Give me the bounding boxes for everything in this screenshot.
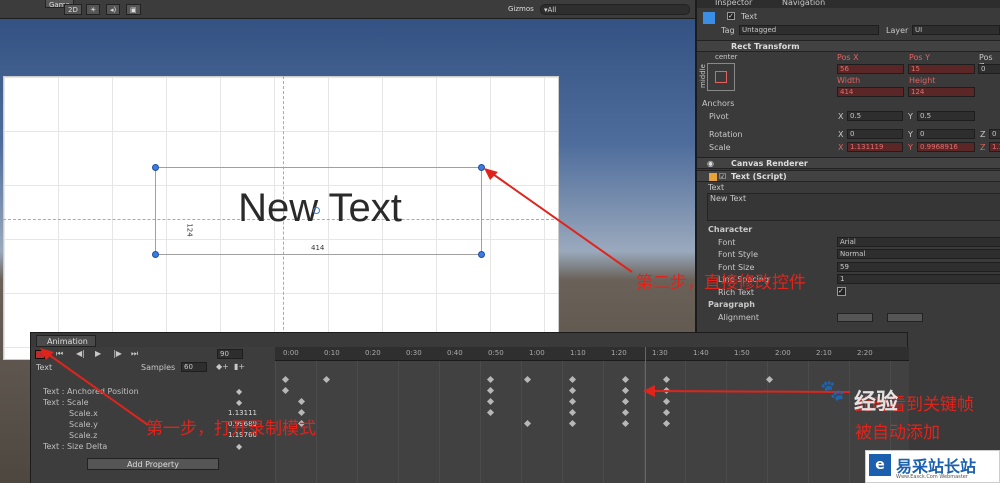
arrow-step2-head — [484, 168, 498, 180]
arrow-step1 — [44, 351, 149, 426]
arrow-step3-head — [643, 385, 655, 397]
paw-icon: 🐾 — [820, 378, 845, 402]
site-logo-icon: e — [869, 454, 891, 476]
annotation-step2: 第二步，直接修改控件 — [636, 273, 806, 293]
annotation-step3b: 被自动添加 — [855, 423, 940, 443]
baidu-watermark: 🐾 经验 — [820, 378, 899, 415]
arrow-step1-head — [40, 348, 54, 360]
site-watermark: e 易采站长站 Www.Easck.Com Webmaster — [865, 450, 1000, 483]
arrow-step2 — [489, 171, 633, 273]
annotation-step1: 第一步，打开录制模式 — [146, 419, 316, 439]
